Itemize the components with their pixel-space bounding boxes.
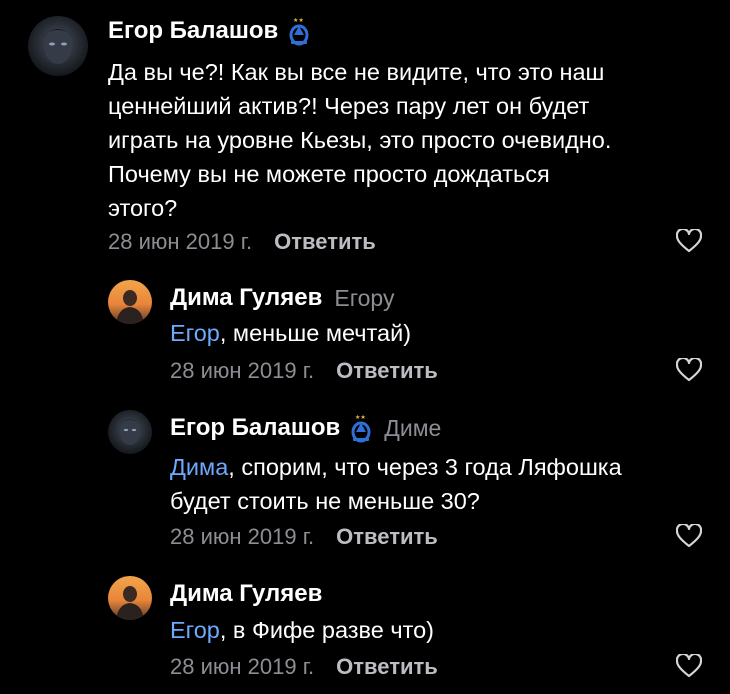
dynamo-club-badge-icon <box>288 16 310 46</box>
comment-text: Егор, меньше мечтай) <box>170 320 412 346</box>
avatar-sunset-photo-icon <box>108 576 152 620</box>
comment-date: 28 июн 2019 г. <box>170 358 315 383</box>
avatar-dark-portrait-icon <box>28 16 88 76</box>
comment-text: Дима, спорим, что через 3 года Ляфошка б… <box>170 454 622 514</box>
reply-button[interactable]: Ответить <box>274 229 376 255</box>
comment-date: 28 июн 2019 г. <box>170 524 315 549</box>
author-name[interactable]: Егор Балашов <box>170 414 340 442</box>
avatar[interactable] <box>108 576 152 620</box>
reply-button[interactable]: Ответить <box>336 358 438 384</box>
comment-date: 28 июн 2019 г. <box>170 654 315 679</box>
mention-link[interactable]: Егор <box>170 320 220 346</box>
like-heart-icon[interactable] <box>676 358 702 382</box>
comment-date: 28 июн 2019 г. <box>108 229 253 254</box>
reply-to-label[interactable]: Диме <box>384 415 441 442</box>
like-heart-icon[interactable] <box>676 524 702 548</box>
author-name[interactable]: Дима Гуляев <box>170 284 322 312</box>
dynamo-club-badge-icon <box>350 413 372 443</box>
mention-link[interactable]: Дима <box>170 454 228 480</box>
avatar[interactable] <box>108 280 152 324</box>
like-heart-icon[interactable] <box>676 654 702 678</box>
avatar-sunset-photo-icon <box>108 280 152 324</box>
reply-to-label[interactable]: Егору <box>334 285 394 312</box>
avatar[interactable] <box>28 16 88 76</box>
avatar-dark-portrait-icon <box>108 410 152 454</box>
author-name[interactable]: Егор Балашов <box>108 17 278 45</box>
avatar[interactable] <box>108 410 152 454</box>
like-heart-icon[interactable] <box>676 229 702 253</box>
reply-button[interactable]: Ответить <box>336 524 438 550</box>
author-name[interactable]: Дима Гуляев <box>170 580 322 608</box>
mention-link[interactable]: Егор <box>170 617 220 643</box>
reply-button[interactable]: Ответить <box>336 654 438 680</box>
comment-text: Егор, в Фифе разве что) <box>170 617 434 643</box>
comment-text: Да вы че?! Как вы все не видите, что это… <box>108 59 612 221</box>
